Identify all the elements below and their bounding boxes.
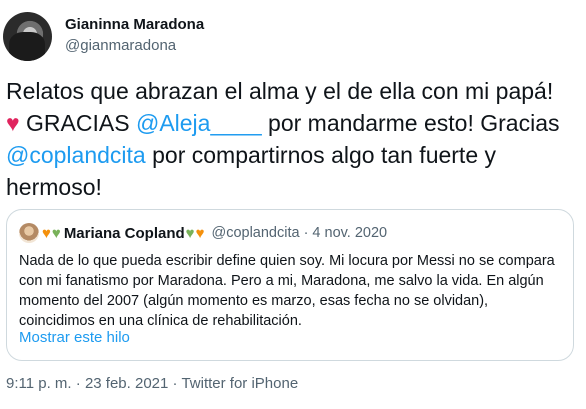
quote-author-handle[interactable]: @coplandcita: [211, 225, 299, 241]
mention-link[interactable]: @Aleja____: [136, 110, 262, 136]
tweet-source[interactable]: Twitter for iPhone: [181, 375, 298, 392]
tweet-text: Relatos que abrazan el alma y el de ella…: [6, 75, 576, 203]
author-avatar[interactable]: [3, 12, 52, 61]
quote-author-name[interactable]: Mariana Copland: [64, 225, 185, 242]
quoted-tweet-text: Nada de lo que pueda escribir define qui…: [19, 253, 555, 329]
separator: ·: [75, 375, 81, 392]
orange-heart-icon: ♥: [42, 224, 51, 242]
show-thread-link[interactable]: Mostrar este hilo: [19, 329, 130, 346]
tweet-date[interactable]: 23 feb. 2021: [85, 375, 168, 392]
tweet-time[interactable]: 9:11 p. m.: [6, 375, 72, 392]
separator: ·: [172, 375, 178, 392]
separator: ·: [303, 225, 309, 241]
mention-link[interactable]: @coplandcita: [6, 142, 146, 168]
green-heart-icon: ♥: [51, 224, 61, 242]
tweet-metadata: 9:11 p. m. · 23 feb. 2021 · Twitter for …: [6, 375, 298, 392]
red-heart-icon: ♥: [6, 110, 20, 136]
green-heart-icon: ♥: [185, 224, 195, 242]
author-display-name[interactable]: Gianinna Maradona: [65, 16, 204, 33]
quote-date[interactable]: 4 nov. 2020: [312, 225, 387, 241]
quoted-tweet-header: ♥ ♥ Mariana Copland ♥ ♥ @coplandcita · 4…: [19, 222, 387, 244]
tweet-text-part: GRACIAS: [19, 110, 136, 136]
quoted-tweet[interactable]: ♥ ♥ Mariana Copland ♥ ♥ @coplandcita · 4…: [6, 209, 574, 361]
tweet-text-part: por mandarme esto! Gracias: [261, 110, 560, 136]
quote-author-avatar[interactable]: [19, 223, 39, 243]
author-handle[interactable]: @gianmaradona: [65, 37, 176, 54]
orange-heart-icon: ♥: [195, 224, 205, 242]
tweet-text-part: Relatos que abrazan el alma y el de ella…: [6, 78, 554, 104]
